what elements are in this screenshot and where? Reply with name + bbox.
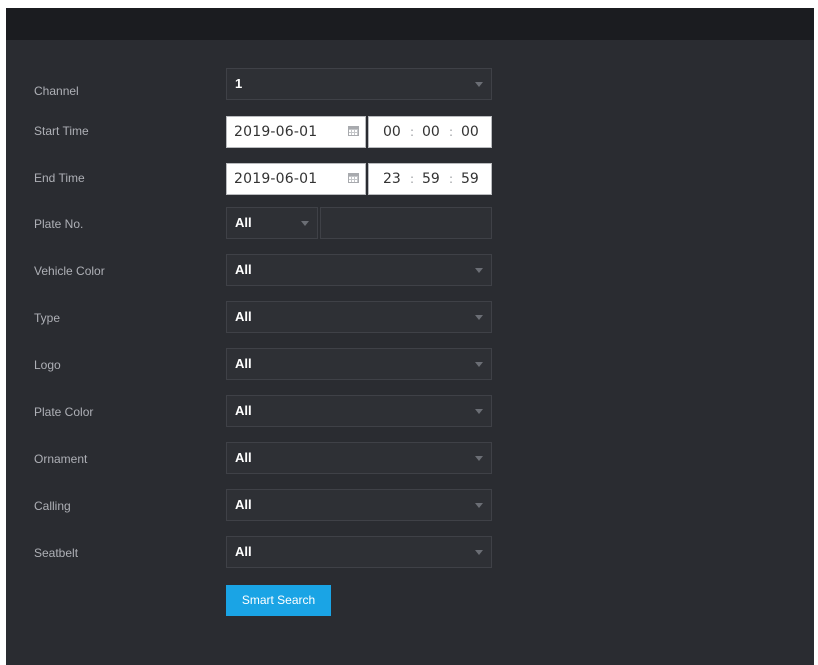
plate-no-select[interactable]: All (226, 207, 318, 239)
chevron-down-icon (475, 550, 483, 555)
plate-color-select-value: All (235, 403, 252, 418)
end-time-hours[interactable]: 23 (383, 164, 401, 194)
time-separator: : (449, 172, 454, 186)
type-select-value: All (235, 309, 252, 324)
plate-no-input[interactable] (320, 207, 492, 239)
end-date-value: 2019-06-01 (234, 171, 318, 187)
start-time-hours[interactable]: 00 (383, 117, 401, 147)
channel-select-value: 1 (235, 76, 243, 91)
chevron-down-icon (475, 315, 483, 320)
start-date-value: 2019-06-01 (234, 124, 318, 140)
calling-select[interactable]: All (226, 489, 492, 521)
plate-color-select[interactable]: All (226, 395, 492, 427)
smart-search-panel: Channel 1 Start Time 2019-06-01 00 : 00 … (6, 8, 814, 665)
end-date-input[interactable]: 2019-06-01 (226, 163, 366, 195)
logo-select[interactable]: All (226, 348, 492, 380)
end-time-label: End Time (34, 171, 85, 185)
time-separator: : (410, 172, 415, 186)
seatbelt-select-value: All (235, 544, 252, 559)
calendar-icon[interactable] (348, 126, 359, 136)
chevron-down-icon (475, 409, 483, 414)
start-date-input[interactable]: 2019-06-01 (226, 116, 366, 148)
logo-label: Logo (34, 358, 61, 372)
start-time-label: Start Time (34, 124, 89, 138)
chevron-down-icon (475, 503, 483, 508)
type-label: Type (34, 311, 61, 325)
seatbelt-label: Seatbelt (34, 546, 79, 560)
time-separator: : (410, 125, 415, 139)
vehicle-color-label: Vehicle Color (34, 264, 105, 278)
chevron-down-icon (475, 82, 483, 87)
calling-label: Calling (34, 499, 71, 513)
ornament-label: Ornament (34, 452, 88, 466)
chevron-down-icon (301, 221, 309, 226)
chevron-down-icon (475, 268, 483, 273)
chevron-down-icon (475, 362, 483, 367)
ornament-select-value: All (235, 450, 252, 465)
plate-no-select-value: All (235, 215, 252, 230)
ornament-select[interactable]: All (226, 442, 492, 474)
plate-no-label: Plate No. (34, 217, 84, 231)
start-time-input[interactable]: 00 : 00 : 00 (368, 116, 492, 148)
panel-title-bar (6, 8, 814, 40)
channel-label: Channel (34, 84, 79, 98)
seatbelt-select[interactable]: All (226, 536, 492, 568)
smart-search-button[interactable]: Smart Search (226, 585, 331, 616)
type-select[interactable]: All (226, 301, 492, 333)
time-separator: : (449, 125, 454, 139)
end-time-seconds[interactable]: 59 (461, 164, 479, 194)
start-time-seconds[interactable]: 00 (461, 117, 479, 147)
end-time-input[interactable]: 23 : 59 : 59 (368, 163, 492, 195)
channel-select[interactable]: 1 (226, 68, 492, 100)
vehicle-color-select-value: All (235, 262, 252, 277)
calendar-icon[interactable] (348, 173, 359, 183)
vehicle-color-select[interactable]: All (226, 254, 492, 286)
calling-select-value: All (235, 497, 252, 512)
end-time-minutes[interactable]: 59 (422, 164, 440, 194)
start-time-minutes[interactable]: 00 (422, 117, 440, 147)
chevron-down-icon (475, 456, 483, 461)
plate-color-label: Plate Color (34, 405, 94, 419)
logo-select-value: All (235, 356, 252, 371)
